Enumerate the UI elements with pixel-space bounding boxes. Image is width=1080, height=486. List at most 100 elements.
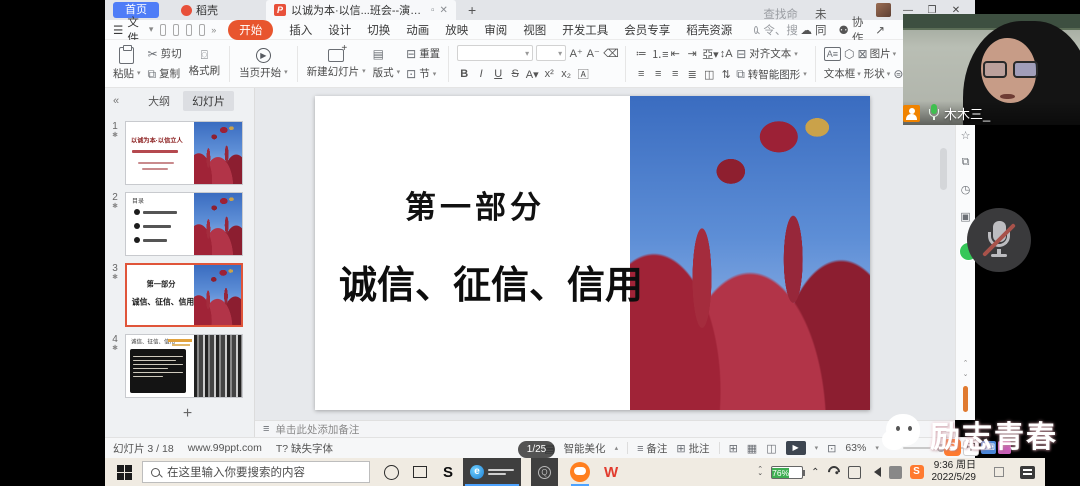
cortana-button[interactable] [384, 465, 399, 480]
app-window-button[interactable]: Q [531, 458, 558, 486]
slide-title-main[interactable]: 诚信、征信、信用 [321, 254, 661, 309]
align-right-button[interactable]: ≡ [668, 68, 682, 80]
tab-document[interactable]: P 以诚为本·以信...班会--演示版 ▫ ✕ [266, 0, 456, 20]
tab-outline[interactable]: 大纲 [139, 91, 179, 111]
share-icon[interactable]: ↗ [875, 23, 885, 37]
duplicate-icon[interactable]: ⧉ [956, 156, 975, 169]
shape-button[interactable]: 形状▾ [864, 66, 891, 81]
subscript-button[interactable]: x₂ [559, 68, 573, 80]
superscript-button[interactable]: x² [542, 68, 556, 80]
slide-canvas[interactable]: 第一部分 诚信、征信、信用 [315, 96, 870, 410]
tab-docer[interactable]: 稻壳 [173, 0, 226, 20]
ribbon-tab-slideshow[interactable]: 放映 [445, 22, 468, 38]
tab-slides[interactable]: 幻灯片 [183, 91, 234, 111]
security-icon[interactable] [848, 466, 861, 479]
notes-bar[interactable]: ≡ 单击此处添加备注 [255, 420, 955, 437]
bold-button[interactable]: B [457, 68, 471, 80]
line-spacing-button[interactable]: ↕A [719, 48, 733, 60]
tray-expand-icons[interactable]: ⌃⌄ [757, 468, 763, 476]
new-slide-button[interactable]: 新建幻灯片▾ [307, 49, 366, 79]
collapse-panel-icon[interactable]: « [113, 95, 119, 107]
italic-button[interactable]: I [474, 68, 488, 80]
participant-video[interactable]: 木木三_ [903, 14, 1080, 125]
chat-app-icon[interactable] [570, 462, 590, 482]
comments-button[interactable]: ⊞ 批注 [676, 441, 709, 456]
ribbon-tab-member[interactable]: 会员专享 [624, 22, 670, 38]
smart-graphic-button[interactable]: ⧉转智能图形▾ [736, 67, 807, 82]
collapse-icon[interactable]: ▴ [615, 444, 619, 452]
ribbon-tab-home[interactable]: 开始 [228, 20, 273, 40]
ribbon-tab-animation[interactable]: 动画 [406, 22, 429, 38]
columns-button[interactable]: ◫ [702, 68, 716, 81]
text-direction-button[interactable]: 亞▾ [702, 46, 716, 62]
history-icon[interactable]: ◷ [956, 183, 975, 196]
wifi-icon[interactable] [825, 464, 842, 481]
beautify-button[interactable]: 智能美化 [564, 441, 606, 456]
section-button[interactable]: ⊡节▾ [406, 66, 440, 81]
layout-icon-button[interactable]: ▤ [373, 48, 401, 60]
more-commands-icon[interactable]: » [211, 25, 216, 35]
reset-button[interactable]: ⊟重置 [406, 46, 440, 61]
bullets-button[interactable]: ≔ [634, 47, 648, 60]
output-icon[interactable] [173, 24, 179, 36]
decrease-font-button[interactable]: A⁻ [586, 47, 600, 60]
panel-scroll-thumb[interactable] [963, 386, 968, 412]
decrease-indent-button[interactable]: ⇤ [668, 47, 682, 60]
play-options-icon[interactable]: ▾ [815, 444, 819, 452]
font-size-select[interactable]: ▾ [536, 45, 566, 61]
speaker-icon[interactable] [869, 467, 881, 477]
ribbon-tab-docer-res[interactable]: 稻壳资源 [686, 22, 732, 38]
ribbon-tab-review[interactable]: 审阅 [484, 22, 507, 38]
ribbon-tab-view[interactable]: 视图 [523, 22, 546, 38]
increase-indent-button[interactable]: ⇥ [685, 47, 699, 60]
highlight-button[interactable]: 🄰 [576, 66, 590, 82]
numbering-button[interactable]: ⒈≡ [651, 46, 665, 62]
ribbon-tab-design[interactable]: 设计 [328, 22, 351, 38]
slide-thumbnail-3-selected[interactable]: 第一部分 诚信、征信、信用 [125, 263, 243, 327]
new-tab-button[interactable]: + [468, 2, 476, 18]
clear-format-button[interactable]: ⌫ [603, 47, 617, 60]
mute-microphone-button[interactable] [967, 208, 1031, 272]
sogou-tray-icon[interactable]: S [910, 465, 924, 479]
font-color-button[interactable]: A▾ [525, 68, 539, 81]
pin-icon[interactable]: ▫ [431, 5, 435, 16]
taskbar-search-input[interactable]: 在这里输入你要搜索的内容 [142, 461, 370, 483]
play-from-current-button[interactable]: ▶ 当页开始▾ [239, 48, 288, 80]
task-view-button[interactable] [413, 466, 427, 478]
underline-button[interactable]: U [491, 68, 505, 80]
slide-thumbnail-1[interactable]: 以诚为本·以信立人 [125, 121, 243, 185]
sorter-view-icon[interactable]: ▦ [747, 442, 757, 455]
slide-thumbnail-2[interactable]: 目录 [125, 192, 243, 256]
cut-button[interactable]: ✂剪切 [148, 46, 182, 61]
justify-button[interactable]: ≣ [685, 68, 699, 81]
panel-scroll-arrows[interactable]: ⌃⌄ [956, 358, 975, 380]
show-desktop-button[interactable] [994, 467, 1004, 477]
paste-button[interactable]: 粘贴▾ [113, 47, 141, 81]
print-icon[interactable] [186, 24, 192, 36]
effects-icon[interactable]: ☆ [956, 129, 975, 142]
format-painter-button[interactable]: ⌼ 格式刷 [189, 49, 221, 78]
slideshow-play-button[interactable]: ▶ [786, 441, 806, 455]
wps-app-icon[interactable]: W [604, 464, 618, 481]
textbox-button[interactable]: 文本框▾ [824, 66, 861, 81]
notes-button[interactable]: ≡ 备注 [637, 441, 667, 456]
add-slide-button[interactable]: + [121, 405, 254, 423]
increase-font-button[interactable]: A⁺ [569, 47, 583, 60]
taskbar-clock[interactable]: 9:36 周日 2022/5/29 [932, 460, 977, 485]
missing-font-warning[interactable]: T? 缺失字体 [276, 441, 333, 456]
ribbon-tab-transition[interactable]: 切换 [367, 22, 390, 38]
notification-center-icon[interactable] [1020, 466, 1035, 479]
para-spacing-button[interactable]: ⇅ [719, 68, 733, 81]
tray-caret-icon[interactable]: ⌃ [811, 467, 819, 478]
slide-thumbnail-4[interactable]: 诚信、征信、信用 [125, 334, 243, 398]
ribbon-tab-insert[interactable]: 插入 [289, 22, 312, 38]
app-icon-s[interactable]: S [443, 464, 453, 481]
reading-view-icon[interactable]: ◫ [766, 442, 776, 455]
close-tab-icon[interactable]: ✕ [440, 5, 448, 16]
slide-title-part[interactable]: 第一部分 [315, 182, 635, 227]
voice-input-icon[interactable] [889, 466, 902, 479]
ribbon-tab-devtools[interactable]: 开发工具 [562, 22, 608, 38]
graduation-photo[interactable] [630, 96, 870, 410]
vertical-scrollbar[interactable] [940, 148, 947, 190]
edge-window-button[interactable]: e [463, 458, 521, 486]
